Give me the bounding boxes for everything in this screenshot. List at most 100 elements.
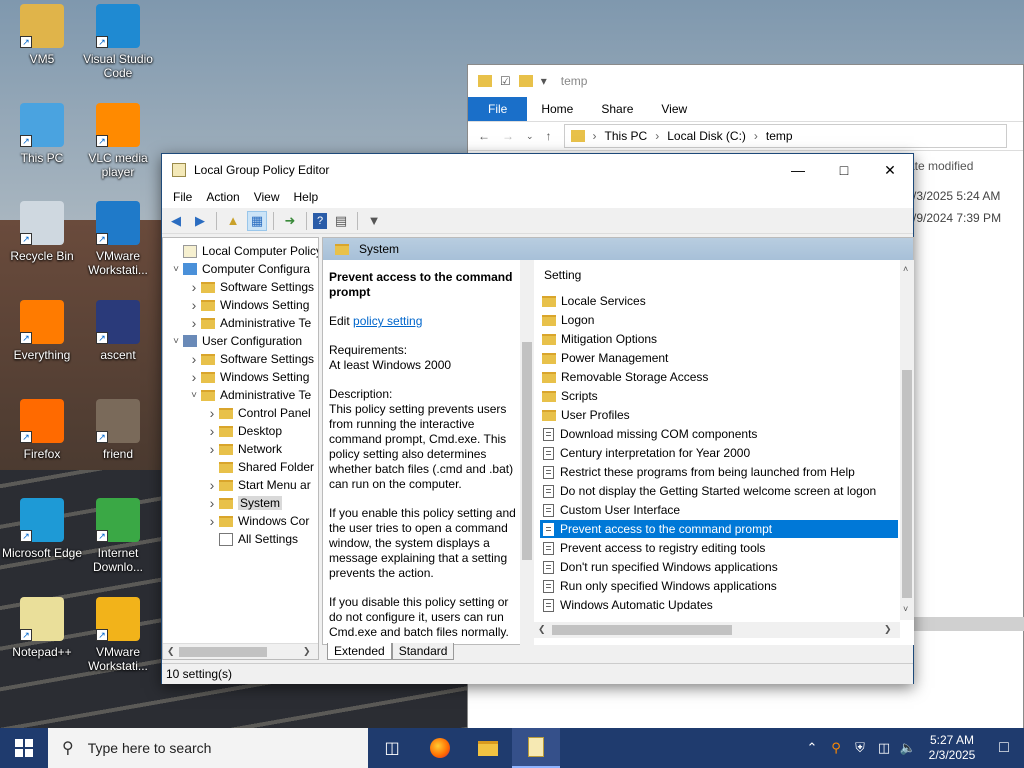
scroll-left-icon[interactable]: ❮ bbox=[167, 646, 175, 657]
clock[interactable]: 5:27 AM 2/3/2025 bbox=[920, 733, 984, 763]
tree-node[interactable]: › Administrative Te bbox=[187, 314, 312, 332]
file-row-date[interactable]: /3/2025 5:24 AM bbox=[913, 189, 1000, 203]
setting-folder-item[interactable]: Scripts bbox=[540, 387, 898, 405]
minimize-button[interactable]: — bbox=[775, 154, 821, 186]
desktop-icon[interactable]: ↗ Internet Downlo... bbox=[76, 498, 160, 574]
desktop-icon[interactable]: ↗ Everything bbox=[0, 300, 84, 362]
group-policy-editor-window[interactable]: Local Group Policy Editor — □ ✕ File Act… bbox=[161, 153, 914, 684]
expand-down-icon[interactable]: ˅ bbox=[187, 390, 201, 401]
scroll-thumb[interactable] bbox=[522, 342, 532, 560]
tree-node[interactable]: › Windows Setting bbox=[187, 368, 310, 386]
setting-folder-item[interactable]: Locale Services bbox=[540, 292, 898, 310]
back-arrow-icon[interactable]: ← bbox=[478, 129, 490, 143]
breadcrumb-local-disk[interactable]: Local Disk (C:) bbox=[667, 129, 746, 143]
policy-tree-pane[interactable]: Local Computer Policy ˅ Computer Configura… bbox=[162, 237, 319, 660]
tab-extended[interactable]: Extended bbox=[327, 643, 392, 660]
tree-node[interactable]: All Settings bbox=[205, 530, 298, 548]
tree-node[interactable]: › Control Panel bbox=[205, 404, 311, 422]
setting-folder-item[interactable]: Removable Storage Access bbox=[540, 368, 898, 386]
tree-node[interactable]: Shared Folder bbox=[205, 458, 314, 476]
ribbon-tab-view[interactable]: View bbox=[647, 97, 701, 121]
file-explorer-taskbar-icon[interactable] bbox=[464, 728, 512, 768]
address-bar[interactable]: › This PC › Local Disk (C:) › temp bbox=[563, 124, 1007, 148]
shield-icon[interactable]: ⛨ bbox=[848, 740, 872, 756]
scroll-down-icon[interactable]: ˅ bbox=[903, 604, 908, 614]
task-view-icon[interactable]: ◫ bbox=[368, 728, 416, 768]
tree-node[interactable]: › Software Settings bbox=[187, 350, 314, 368]
expand-down-icon[interactable]: ˅ bbox=[169, 336, 183, 347]
back-icon[interactable]: ◀ bbox=[166, 211, 186, 231]
tree-node[interactable]: › System bbox=[205, 494, 283, 512]
description-scrollbar[interactable] bbox=[520, 260, 534, 645]
desktop-icon[interactable]: ↗ Notepad++ bbox=[0, 597, 84, 659]
close-button[interactable]: ✕ bbox=[867, 154, 913, 186]
list-vertical-scrollbar[interactable]: ˄ ˅ bbox=[900, 260, 914, 620]
tree-node[interactable]: ˅ Administrative Te bbox=[187, 386, 311, 404]
properties-icon[interactable]: ▤ bbox=[331, 211, 351, 231]
checkbox-icon[interactable]: ☑ bbox=[500, 74, 511, 88]
desktop-icon[interactable]: ↗ ascent bbox=[76, 300, 160, 362]
breadcrumb-temp[interactable]: temp bbox=[766, 129, 793, 143]
desktop-icon[interactable]: ↗ This PC bbox=[0, 103, 84, 165]
scroll-thumb[interactable] bbox=[902, 370, 912, 598]
desktop-icon[interactable]: ↗ VM5 bbox=[0, 4, 84, 66]
recent-chevron-icon[interactable]: ⌄ bbox=[526, 131, 534, 142]
tree-node[interactable]: › Network bbox=[205, 440, 282, 458]
volume-icon[interactable]: 🔈 bbox=[896, 740, 920, 756]
chevron-up-icon[interactable]: ⌃ bbox=[800, 740, 824, 756]
setting-folder-item[interactable]: Logon bbox=[540, 311, 898, 329]
list-horizontal-scrollbar[interactable]: ❮ ❯ bbox=[534, 622, 900, 638]
expand-right-icon[interactable]: › bbox=[187, 315, 201, 331]
ribbon-tab-share[interactable]: Share bbox=[587, 97, 647, 121]
up-folder-icon[interactable]: ▲ bbox=[223, 211, 243, 231]
tree-node[interactable]: › Start Menu ar bbox=[205, 476, 311, 494]
policy-setting-item[interactable]: Don't run specified Windows applications bbox=[540, 558, 898, 576]
expand-right-icon[interactable]: › bbox=[205, 423, 219, 439]
forward-arrow-icon[interactable]: → bbox=[502, 129, 514, 143]
policy-setting-item[interactable]: Do not display the Getting Started welco… bbox=[540, 482, 898, 500]
tree-node[interactable]: › Windows Cor bbox=[205, 512, 310, 530]
policy-setting-item[interactable]: Restrict these programs from being launc… bbox=[540, 463, 898, 481]
column-date-modified[interactable]: ate modified bbox=[908, 159, 973, 173]
expand-right-icon[interactable]: › bbox=[205, 513, 219, 529]
everything-tray-icon[interactable]: ⚲ bbox=[824, 740, 848, 756]
network-icon[interactable]: ◫ bbox=[872, 740, 896, 756]
breadcrumb-this-pc[interactable]: This PC bbox=[605, 129, 648, 143]
explorer-scrollbar[interactable] bbox=[913, 617, 1024, 631]
tree-node[interactable]: › Desktop bbox=[205, 422, 282, 440]
up-arrow-icon[interactable]: ↑ bbox=[546, 129, 552, 143]
desktop-icon[interactable]: ↗ VMware Workstati... bbox=[76, 201, 160, 277]
policy-setting-item[interactable]: Prevent access to registry editing tools bbox=[540, 539, 898, 557]
desktop-icon[interactable]: ↗ Visual Studio Code bbox=[76, 4, 160, 80]
menu-help[interactable]: Help bbox=[287, 190, 326, 204]
tree-node[interactable]: › Windows Setting bbox=[187, 296, 310, 314]
desktop-icon[interactable]: ↗ VLC media player bbox=[76, 103, 160, 179]
scroll-right-icon[interactable]: ❯ bbox=[303, 646, 311, 657]
menu-action[interactable]: Action bbox=[199, 190, 246, 204]
setting-folder-item[interactable]: Mitigation Options bbox=[540, 330, 898, 348]
desktop-icon[interactable]: ↗ Firefox bbox=[0, 399, 84, 461]
tree-node[interactable]: Local Computer Policy bbox=[169, 242, 318, 260]
desktop-icon[interactable]: ↗ Microsoft Edge bbox=[0, 498, 84, 560]
policy-setting-item[interactable]: Download missing COM components bbox=[540, 425, 898, 443]
forward-icon[interactable]: ▶ bbox=[190, 211, 210, 231]
show-hide-tree-icon[interactable]: ▦ bbox=[247, 210, 267, 231]
setting-folder-item[interactable]: Power Management bbox=[540, 349, 898, 367]
expand-right-icon[interactable]: › bbox=[187, 279, 201, 295]
tree-node[interactable]: ˅ User Configuration bbox=[169, 332, 302, 350]
expand-right-icon[interactable]: › bbox=[205, 441, 219, 457]
filter-icon[interactable]: ▼ bbox=[364, 211, 384, 231]
policy-setting-item[interactable]: Windows Automatic Updates bbox=[540, 596, 898, 614]
maximize-button[interactable]: □ bbox=[821, 154, 867, 186]
expand-right-icon[interactable]: › bbox=[205, 495, 219, 511]
expand-right-icon[interactable]: › bbox=[205, 477, 219, 493]
export-list-icon[interactable]: ➜ bbox=[280, 211, 300, 231]
file-row-date[interactable]: /9/2024 7:39 PM bbox=[913, 211, 1001, 225]
column-header-setting[interactable]: Setting bbox=[544, 268, 581, 282]
policy-setting-item[interactable]: Prevent access to the command prompt bbox=[540, 520, 898, 538]
ribbon-tab-home[interactable]: Home bbox=[527, 97, 587, 121]
desktop-icon[interactable]: ↗ friend bbox=[76, 399, 160, 461]
gpo-taskbar-icon[interactable] bbox=[512, 728, 560, 768]
ribbon-tab-file[interactable]: File bbox=[468, 97, 528, 121]
policy-setting-item[interactable]: Custom User Interface bbox=[540, 501, 898, 519]
